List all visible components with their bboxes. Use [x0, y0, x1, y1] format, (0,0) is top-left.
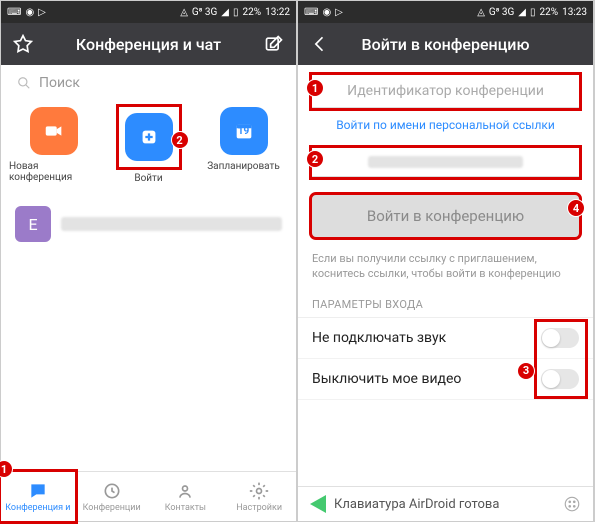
video-icon — [30, 107, 78, 155]
airdroid-bar[interactable]: Клавиатура AirDroid готова — [298, 486, 593, 521]
signal-icon: ◢ — [221, 7, 229, 18]
battery-text: 22% — [540, 7, 559, 18]
annotation-badge-4: 4 — [567, 199, 585, 217]
clock-text: 13:22 — [265, 7, 290, 18]
new-meeting-button[interactable]: Новая конференция — [9, 107, 98, 184]
name-field[interactable] — [312, 148, 579, 177]
status-bar: ⌨ ◉ ▷ ◬ G⁸ 3G ◢ ▯ 22% 13:23 — [298, 1, 593, 23]
play-icon: ▷ — [335, 7, 343, 18]
app-header: Конференция и чат — [1, 23, 296, 65]
nav-contacts[interactable]: Контакты — [149, 472, 223, 521]
name-blurred — [368, 156, 523, 168]
video-toggle-row: Выключить мое видео — [298, 359, 593, 400]
gear-icon — [249, 481, 269, 501]
back-icon[interactable] — [310, 34, 330, 54]
nav-meetings[interactable]: Конференции — [75, 472, 149, 521]
clock-icon — [102, 481, 122, 501]
personal-link[interactable]: Войти по имени персональной ссылки — [298, 118, 593, 138]
star-icon[interactable] — [13, 34, 33, 54]
audio-toggle-label: Не подключать звук — [312, 330, 446, 346]
contacts-icon — [175, 481, 195, 501]
header-title: Войти в конференцию — [342, 35, 549, 54]
keyboard-icon: ⌨ — [304, 7, 318, 18]
schedule-button[interactable]: 19 Запланировать — [199, 107, 288, 184]
compose-icon[interactable] — [264, 34, 284, 54]
search-bar[interactable]: Поиск — [1, 65, 296, 101]
clock-text: 13:23 — [562, 7, 587, 18]
nav-settings-label: Настройки — [236, 503, 282, 513]
calendar-day: 19 — [238, 126, 249, 137]
battery-icon: ▯ — [233, 7, 239, 18]
meeting-id-placeholder: Идентификатор конференции — [347, 83, 544, 99]
audio-toggle[interactable] — [541, 328, 579, 348]
header-title: Конференция и чат — [45, 35, 252, 54]
play-icon: ▷ — [38, 7, 46, 18]
signal-icon: ◢ — [518, 7, 526, 18]
search-icon — [17, 76, 31, 90]
chat-item[interactable]: E — [1, 196, 296, 252]
annotation-badge-1: 1 — [306, 79, 324, 97]
new-meeting-label: Новая конференция — [9, 161, 98, 183]
join-button[interactable]: 2 Войти — [104, 107, 193, 184]
airdroid-text: Клавиатура AirDroid готова — [334, 497, 499, 512]
nav-settings[interactable]: Настройки — [222, 472, 296, 521]
action-row: Новая конференция 2 Войти 19 Запланирова… — [1, 101, 296, 196]
annotation-badge-2: 2 — [171, 131, 189, 149]
avatar: E — [15, 206, 51, 242]
network-text: G⁸ 3G — [489, 7, 514, 18]
network-text: G⁸ 3G — [192, 7, 217, 18]
hint-text: Если вы получили ссылку с приглашением, … — [298, 245, 593, 292]
video-toggle[interactable] — [541, 369, 579, 389]
join-button-label: Войти в конференцию — [367, 207, 524, 225]
wifi-icon: ◬ — [180, 7, 188, 18]
annotation-badge-3: 3 — [517, 362, 535, 380]
nav-chat[interactable]: 1 Конференция и — [1, 472, 75, 521]
audio-toggle-row: Не подключать звук — [298, 318, 593, 359]
video-toggle-label: Выключить мое видео — [312, 371, 461, 387]
nav-chat-label: Конференция и — [5, 503, 70, 513]
battery-text: 22% — [243, 7, 262, 18]
arrow-icon — [310, 495, 326, 513]
battery-icon: ▯ — [530, 7, 536, 18]
annotation-badge-2: 2 — [306, 150, 324, 168]
schedule-label: Запланировать — [207, 161, 280, 172]
menu-icon[interactable] — [563, 495, 581, 513]
app-header: Войти в конференцию — [298, 23, 593, 65]
section-header: ПАРАМЕТРЫ ВХОДА — [298, 292, 593, 318]
chat-icon — [28, 481, 48, 501]
plus-icon — [125, 113, 173, 161]
annotation-badge-1: 1 — [0, 460, 13, 478]
join-label: Войти — [134, 173, 162, 184]
camera-icon: ◉ — [322, 7, 331, 18]
search-placeholder: Поиск — [39, 75, 80, 91]
keyboard-icon: ⌨ — [7, 7, 21, 18]
phone-right: ⌨ ◉ ▷ ◬ G⁸ 3G ◢ ▯ 22% 13:23 Войти в конф… — [298, 1, 593, 521]
status-bar: ⌨ ◉ ▷ ◬ G⁸ 3G ◢ ▯ 22% 13:22 — [1, 1, 296, 23]
meeting-id-field[interactable]: Идентификатор конференции — [312, 75, 579, 108]
nav-meetings-label: Конференции — [83, 503, 141, 513]
phone-left: ⌨ ◉ ▷ ◬ G⁸ 3G ◢ ▯ 22% 13:22 Конференция … — [1, 1, 296, 521]
join-conference-button[interactable]: Войти в конференцию — [312, 195, 579, 237]
wifi-icon: ◬ — [477, 7, 485, 18]
calendar-icon: 19 — [220, 107, 268, 155]
camera-icon: ◉ — [25, 7, 34, 18]
bottom-nav: 1 Конференция и Конференции Контакты Нас… — [1, 471, 296, 521]
nav-contacts-label: Контакты — [165, 503, 206, 513]
chat-name-blurred — [61, 217, 282, 231]
